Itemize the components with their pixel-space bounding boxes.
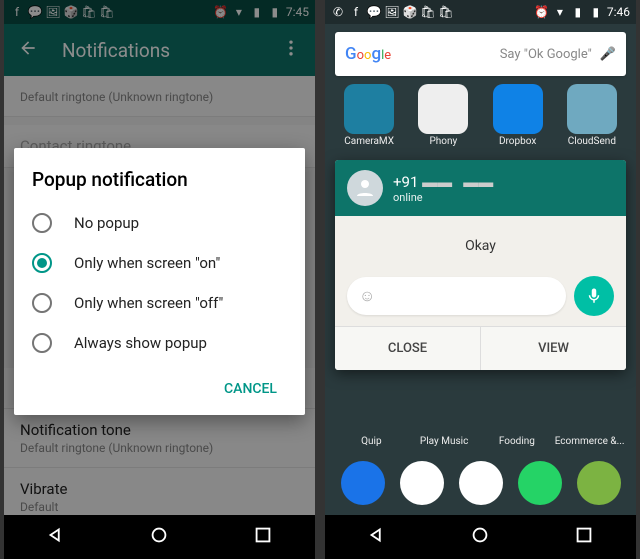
contact-number: +91	[393, 173, 418, 191]
navbar	[4, 515, 315, 559]
app-label: Fooding	[481, 436, 554, 447]
app-row: CameraMX Phony Dropbox CloudSend	[325, 80, 636, 147]
emoji-icon[interactable]: ☺	[359, 286, 375, 306]
whatsapp-icon: ✆	[331, 5, 345, 19]
radio-icon	[32, 293, 52, 313]
dominos-icon: 🎲	[403, 5, 417, 19]
phone-right: ✆ f 💬 🖼 🎲 🛍 🛍 ⏰ ▾ ▮ ▮ 7:46 Google Say "O…	[325, 0, 636, 559]
mic-icon[interactable]: 🎤	[600, 47, 616, 62]
store-icon: 🛍	[421, 5, 435, 19]
nav-back-icon[interactable]	[45, 524, 67, 550]
close-button[interactable]: CLOSE	[335, 327, 480, 370]
app-label: Dropbox	[484, 136, 552, 147]
app-launcher[interactable]: CloudSend	[558, 80, 626, 147]
radio-icon	[32, 213, 52, 233]
app-icon	[567, 84, 617, 134]
apps-icon	[459, 461, 503, 505]
navbar	[325, 515, 636, 559]
dock-app-chrome[interactable]	[394, 461, 449, 505]
radio-option[interactable]: Only when screen "off"	[32, 283, 287, 323]
radio-icon	[32, 333, 52, 353]
radio-option[interactable]: No popup	[32, 203, 287, 243]
radio-label: Always show popup	[74, 334, 207, 352]
store-icon: 🛍	[439, 5, 453, 19]
whatsapp-popup: +91 ▬▬ ▬▬ online Okay ☺ CLOSE VIEW	[335, 160, 626, 370]
presence-status: online	[393, 191, 493, 204]
app-icon	[418, 84, 468, 134]
view-button[interactable]: VIEW	[480, 327, 626, 370]
popup-header: +91 ▬▬ ▬▬ online	[335, 160, 626, 216]
phone-icon	[341, 461, 385, 505]
app-label: Phony	[409, 136, 477, 147]
statusbar: ✆ f 💬 🖼 🎲 🛍 🛍 ⏰ ▾ ▮ ▮ 7:46	[325, 0, 636, 24]
image-icon: 🖼	[385, 5, 399, 19]
battery-icon: ▮	[589, 5, 603, 19]
chat-icon: 💬	[367, 5, 381, 19]
dialog-title: Popup notification	[32, 168, 287, 191]
app-label: Quip	[335, 436, 408, 447]
signal-icon: ▮	[571, 5, 585, 19]
app-icon	[344, 84, 394, 134]
radio-icon	[32, 253, 52, 273]
app-launcher[interactable]: CameraMX	[335, 80, 403, 147]
google-search[interactable]: Google Say "Ok Google" 🎤	[335, 32, 626, 76]
home-bottom: QuipPlay MusicFoodingEcommerce &...	[325, 436, 636, 511]
messages-icon	[577, 461, 621, 505]
alarm-icon: ⏰	[535, 5, 549, 19]
app-label: Play Music	[408, 436, 481, 447]
popup-dialog: Popup notification No popup Only when sc…	[14, 148, 305, 415]
radio-label: Only when screen "off"	[74, 294, 223, 312]
app-label: Ecommerce &...	[553, 436, 626, 447]
chrome-icon	[400, 461, 444, 505]
radio-option[interactable]: Only when screen "on"	[32, 243, 287, 283]
nav-home-icon[interactable]	[469, 524, 491, 550]
clock: 7:46	[607, 5, 630, 19]
app-launcher[interactable]: Dropbox	[484, 80, 552, 147]
app-label: CameraMX	[335, 136, 403, 147]
dock	[335, 455, 626, 511]
radio-label: Only when screen "on"	[74, 254, 220, 272]
app-label: CloudSend	[558, 136, 626, 147]
search-hint: Say "Ok Google"	[500, 47, 592, 62]
phone-left: f 💬 🖼 🎲 🛍 🛍 ⏰ ▾ ▮ ▮ 7:45 Notifications D…	[4, 0, 315, 559]
dock-app-whatsapp[interactable]	[512, 461, 567, 505]
nav-recent-icon[interactable]	[573, 524, 595, 550]
whatsapp-icon	[518, 461, 562, 505]
radio-label: No popup	[74, 214, 139, 232]
message-text: Okay	[335, 216, 626, 276]
redacted: ▬▬ ▬▬	[422, 173, 493, 191]
nav-home-icon[interactable]	[148, 524, 170, 550]
cancel-button[interactable]: CANCEL	[214, 373, 287, 405]
nav-recent-icon[interactable]	[252, 524, 274, 550]
radio-option[interactable]: Always show popup	[32, 323, 287, 363]
dock-app-apps[interactable]	[453, 461, 508, 505]
wifi-icon: ▾	[553, 5, 567, 19]
facebook-icon: f	[349, 5, 363, 19]
dock-app-messages[interactable]	[571, 461, 626, 505]
google-logo: Google	[345, 44, 391, 64]
app-icon	[493, 84, 543, 134]
voice-button[interactable]	[574, 276, 614, 316]
dock-app-phone[interactable]	[335, 461, 390, 505]
reply-input[interactable]: ☺	[347, 277, 566, 315]
app-launcher[interactable]: Phony	[409, 80, 477, 147]
nav-back-icon[interactable]	[366, 524, 388, 550]
avatar	[347, 170, 383, 206]
